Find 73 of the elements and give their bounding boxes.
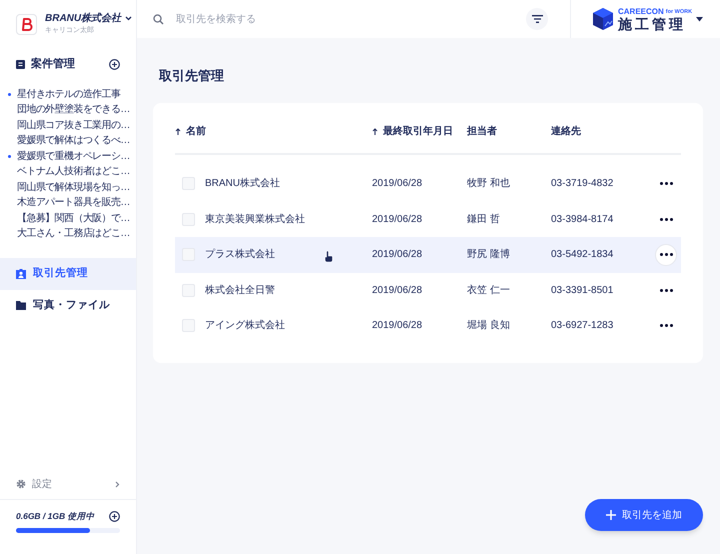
table-cell-text: 2019/06/28 (372, 248, 424, 262)
project-link[interactable]: ベトナム人技術者はどこ… (17, 164, 130, 180)
column-header[interactable]: 担当者 (467, 124, 497, 139)
more-icon (660, 288, 672, 292)
contact-card-icon (16, 268, 26, 278)
add-circle-icon[interactable] (109, 58, 120, 70)
plus-icon (606, 510, 616, 520)
hand-cursor-icon (324, 251, 333, 262)
brand-tagline: CAREECON (618, 8, 664, 16)
nav-item[interactable]: 取引先管理 (0, 258, 136, 290)
table-cell-text: 東京美装興業株式会社 (205, 212, 305, 227)
column-header[interactable]: 連絡先 (551, 124, 581, 139)
sort-arrow-icon[interactable] (175, 128, 181, 135)
table-cell-text: 衣笠 仁一 (467, 284, 511, 298)
search-icon (153, 14, 164, 24)
add-contact-button[interactable]: 取引先を追加 (585, 499, 703, 531)
more-icon (660, 324, 672, 328)
project-link[interactable]: 星付きホテルの造作工事 (17, 86, 120, 102)
chevron-down-icon[interactable] (125, 16, 132, 22)
table-cell-text: 野尻 隆博 (467, 248, 511, 262)
section-title[interactable]: 案件管理 (31, 56, 75, 72)
checkbox[interactable] (182, 212, 195, 226)
filter-icon (532, 15, 542, 23)
project-link[interactable]: 愛媛県で解体はつくるべ… (17, 133, 130, 148)
add-circle-icon[interactable] (109, 510, 120, 522)
table-cell-text: 株式会社全日警 (205, 284, 275, 298)
filter-button[interactable] (526, 8, 548, 30)
project-link[interactable]: 岡山県で解体現場を知っ… (17, 180, 130, 195)
table-cell-text: 03-5492-1834 (551, 248, 614, 262)
checkbox[interactable] (182, 284, 195, 297)
brand-b-icon (20, 18, 32, 30)
table-cell-text: 2019/06/28 (372, 212, 424, 227)
project-link[interactable]: 【急募】関西（大阪）で… (17, 210, 130, 226)
cube-logo-icon (592, 7, 614, 31)
sort-arrow-icon[interactable] (372, 128, 378, 135)
table-cell-text: 03-3984-8174 (551, 212, 614, 227)
table-cell-text: BRANU株式会社 (205, 176, 280, 192)
table-cell-text: 堀場 良知 (467, 318, 511, 334)
product-name[interactable]: 施工管理 (618, 16, 692, 30)
caret-down-icon[interactable] (696, 16, 704, 22)
project-link[interactable]: 木造アパート器具を販売… (17, 195, 130, 210)
table-cell-text: 鎌田 哲 (467, 212, 501, 227)
search-field[interactable]: 取引先を検索する (176, 12, 506, 26)
gear-icon (16, 479, 26, 489)
column-header[interactable]: 名前 (186, 124, 206, 139)
chevron-right-icon[interactable] (115, 480, 120, 488)
settings-link[interactable]: 設定 (32, 476, 52, 492)
page-title: 取引先管理 (159, 67, 225, 85)
more-icon (660, 182, 672, 186)
table-cell-text: プラス株式会社 (205, 248, 275, 262)
table-cell-text: 2019/06/28 (372, 284, 424, 298)
folder-icon (16, 301, 26, 310)
company-name[interactable]: BRANU株式会社 (45, 11, 122, 26)
project-link[interactable]: 愛媛県で重機オペレーシ… (17, 148, 130, 164)
table-cell-text: 03-3719-4832 (551, 177, 614, 192)
project-link[interactable]: 岡山県コア抜き工業用の… (17, 118, 130, 133)
table-cell-text: 2019/06/28 (372, 177, 424, 192)
project-link[interactable]: 団地の外壁塗装をできる… (17, 102, 130, 118)
clipboard-icon (16, 59, 25, 70)
column-header[interactable]: 最終取引年月日 (383, 124, 453, 139)
more-icon (660, 253, 672, 256)
nav-item[interactable]: 写真・ファイル (0, 290, 136, 322)
table-cell-text: 牧野 和也 (467, 176, 511, 192)
table-cell-text: 03-6927-1283 (551, 319, 614, 334)
more-icon (660, 218, 672, 221)
table-cell-text: 03-3391-8501 (551, 284, 614, 298)
project-link[interactable]: 大工さん・工務店はどこ… (17, 226, 130, 242)
checkbox[interactable] (182, 177, 195, 190)
more-button[interactable] (655, 244, 677, 266)
table-cell-text: 2019/06/28 (372, 319, 424, 334)
storage-usage: 0.6GB / 1GB 使用中 (16, 510, 94, 523)
table-cell-text: アイング株式会社 (205, 318, 285, 334)
checkbox[interactable] (182, 319, 195, 332)
